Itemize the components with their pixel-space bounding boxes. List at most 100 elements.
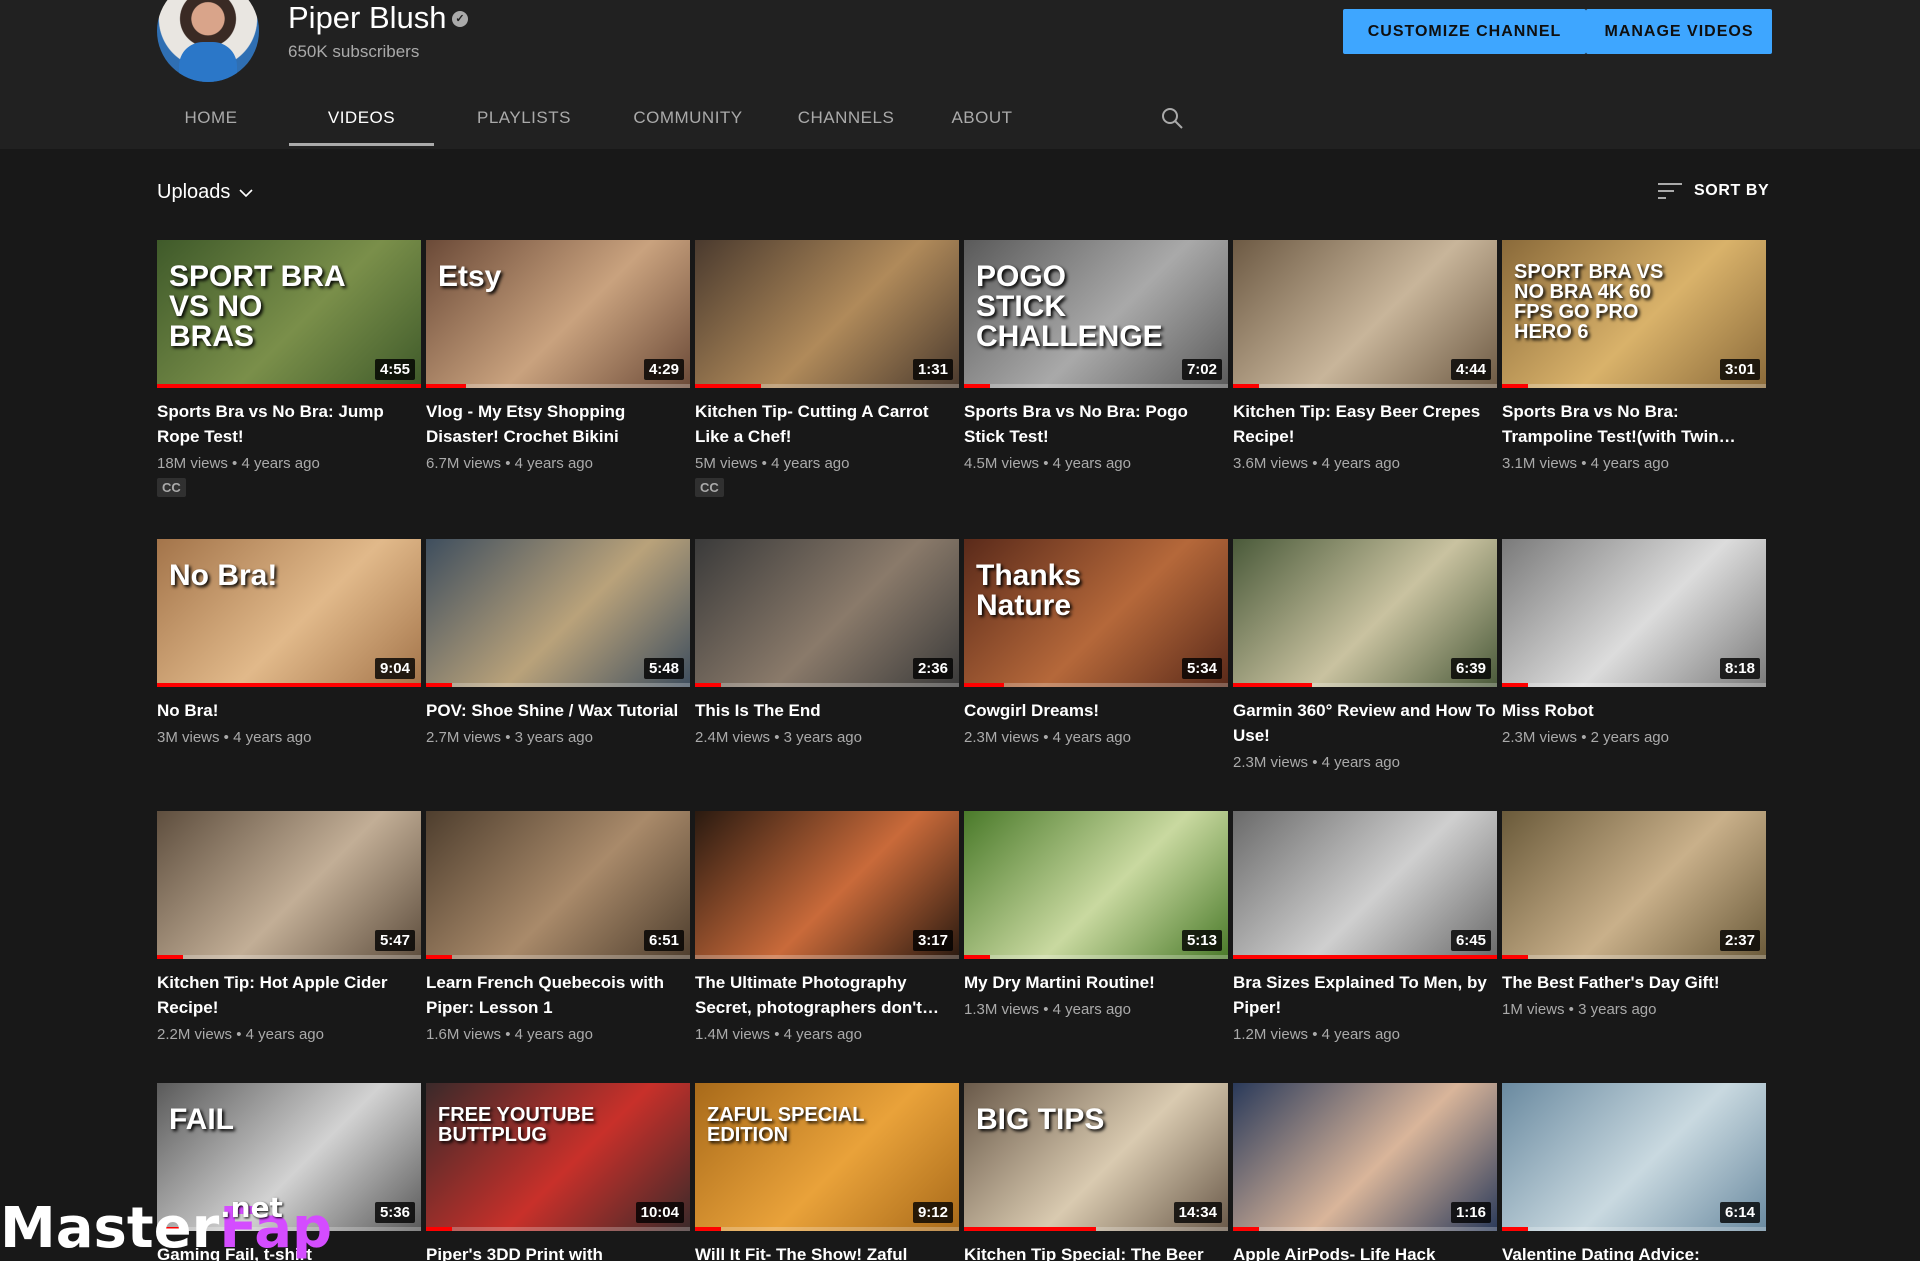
video-title[interactable]: The Ultimate Photography Secret, photogr… (695, 970, 959, 1020)
video-title[interactable]: Valentine Dating Advice: (1502, 1242, 1766, 1261)
watch-progress-fill (964, 955, 991, 959)
video-duration: 5:47 (374, 930, 415, 951)
tab-channels[interactable]: CHANNELS (780, 98, 912, 149)
video-card[interactable]: Etsy 4:29 Vlog - My Etsy Shopping Disaster… (426, 240, 690, 472)
video-thumbnail[interactable]: BIG TIPS 14:34 (964, 1083, 1228, 1231)
video-thumbnail[interactable]: 2:36 (695, 539, 959, 687)
video-title[interactable]: This Is The End (695, 698, 959, 723)
video-thumbnail[interactable]: 5:48 (426, 539, 690, 687)
video-card[interactable]: Thanks Nature 5:34 Cowgirl Dreams! 2.3M vie… (964, 539, 1228, 746)
video-title[interactable]: Piper's 3DD Print with (426, 1242, 690, 1261)
video-thumbnail[interactable]: 5:47 (157, 811, 421, 959)
video-thumbnail[interactable]: 6:39 (1233, 539, 1497, 687)
tab-home[interactable]: HOME (157, 98, 265, 149)
video-card[interactable]: 2:37 The Best Father's Day Gift! 1M views … (1502, 811, 1766, 1018)
video-thumbnail[interactable]: Thanks Nature 5:34 (964, 539, 1228, 687)
video-meta: 1.3M views • 4 years ago (964, 1001, 1131, 1018)
video-card[interactable]: SPORT BRA VS NO BRAS 4:55 Sports Bra vs No… (157, 240, 421, 497)
video-thumbnail[interactable]: POGO STICK CHALLENGE 7:02 (964, 240, 1228, 388)
video-title[interactable]: Kitchen Tip: Hot Apple Cider Recipe! (157, 970, 421, 1020)
video-thumbnail[interactable]: 5:13 (964, 811, 1228, 959)
video-card[interactable]: FREE YOUTUBE BUTTPLUG 10:04 Piper's 3DD Pr… (426, 1083, 690, 1261)
video-card[interactable]: 6:51 Learn French Quebecois with Piper: L… (426, 811, 690, 1043)
video-meta: 2.3M views • 2 years ago (1502, 729, 1669, 746)
video-thumbnail[interactable]: ZAFUL SPECIAL EDITION 9:12 (695, 1083, 959, 1231)
video-thumbnail[interactable]: 3:17 (695, 811, 959, 959)
video-title[interactable]: Learn French Quebecois with Piper: Lesso… (426, 970, 690, 1020)
watch-progress-bar (1233, 384, 1497, 388)
video-title[interactable]: Miss Robot (1502, 698, 1766, 723)
video-duration: 6:51 (643, 930, 684, 951)
customize-channel-button[interactable]: CUSTOMIZE CHANNEL (1343, 9, 1586, 54)
video-card[interactable]: 2:36 This Is The End 2.4M views • 3 years … (695, 539, 959, 746)
manage-videos-button[interactable]: MANAGE VIDEOS (1586, 9, 1772, 54)
video-title[interactable]: Vlog - My Etsy Shopping Disaster! Croche… (426, 399, 690, 449)
video-thumbnail[interactable]: No Bra! 9:04 (157, 539, 421, 687)
video-title[interactable]: No Bra! (157, 698, 421, 723)
video-card[interactable]: 6:45 Bra Sizes Explained To Men, by Piper… (1233, 811, 1497, 1043)
video-thumbnail[interactable]: 6:45 (1233, 811, 1497, 959)
video-thumbnail[interactable]: SPORT BRA VS NO BRAS 4:55 (157, 240, 421, 388)
video-title[interactable]: Kitchen Tip Special: The Beer (964, 1242, 1228, 1261)
video-card[interactable]: 5:47 Kitchen Tip: Hot Apple Cider Recipe!… (157, 811, 421, 1043)
video-title[interactable]: Apple AirPods- Life Hack (1233, 1242, 1497, 1261)
tab-about[interactable]: ABOUT (932, 98, 1032, 149)
video-card[interactable]: SPORT BRA VS NO BRA 4K 60 FPS GO PRO HER… (1502, 240, 1766, 472)
video-thumbnail[interactable]: FREE YOUTUBE BUTTPLUG 10:04 (426, 1083, 690, 1231)
video-thumbnail[interactable]: SPORT BRA VS NO BRA 4K 60 FPS GO PRO HER… (1502, 240, 1766, 388)
video-thumbnail[interactable]: 6:51 (426, 811, 690, 959)
video-title[interactable]: The Best Father's Day Gift! (1502, 970, 1766, 995)
watch-progress-fill (695, 384, 761, 388)
watch-progress-fill (1233, 384, 1260, 388)
watch-progress-fill (426, 1227, 453, 1231)
watch-progress-bar (1233, 1227, 1497, 1231)
video-card[interactable]: No Bra! 9:04 No Bra! 3M views • 4 years ago (157, 539, 421, 746)
video-card[interactable]: 5:48 POV: Shoe Shine / Wax Tutorial 2.7M v… (426, 539, 690, 746)
video-card[interactable]: 6:14 Valentine Dating Advice: (1502, 1083, 1766, 1261)
video-card[interactable]: 5:13 My Dry Martini Routine! 1.3M views • … (964, 811, 1228, 1018)
video-title[interactable]: Garmin 360° Review and How To Use! (1233, 698, 1497, 748)
sort-icon (1658, 183, 1682, 199)
video-title[interactable]: My Dry Martini Routine! (964, 970, 1228, 995)
tab-videos[interactable]: VIDEOS (289, 98, 434, 149)
video-card[interactable]: 1:31 Kitchen Tip- Cutting A Carrot Like a… (695, 240, 959, 497)
video-thumbnail[interactable]: 6:14 (1502, 1083, 1766, 1231)
watch-progress-bar (1502, 955, 1766, 959)
video-card[interactable]: 3:17 The Ultimate Photography Secret, pho… (695, 811, 959, 1043)
video-card[interactable]: 4:44 Kitchen Tip: Easy Beer Crepes Recipe… (1233, 240, 1497, 472)
sort-by-button[interactable]: SORT BY (1658, 181, 1769, 201)
video-card[interactable]: BIG TIPS 14:34 Kitchen Tip Special: The Be… (964, 1083, 1228, 1261)
video-card[interactable]: 1:16 Apple AirPods- Life Hack (1233, 1083, 1497, 1261)
watch-progress-bar (964, 1227, 1228, 1231)
video-thumbnail[interactable]: 2:37 (1502, 811, 1766, 959)
video-title[interactable]: Kitchen Tip- Cutting A Carrot Like a Che… (695, 399, 959, 449)
video-thumbnail[interactable]: Etsy 4:29 (426, 240, 690, 388)
video-title[interactable]: Cowgirl Dreams! (964, 698, 1228, 723)
channel-avatar[interactable] (157, 0, 259, 82)
video-card[interactable]: 8:18 Miss Robot 2.3M views • 2 years ago (1502, 539, 1766, 746)
video-duration: 6:45 (1450, 930, 1491, 951)
video-thumbnail[interactable]: 1:31 (695, 240, 959, 388)
video-title[interactable]: Kitchen Tip: Easy Beer Crepes Recipe! (1233, 399, 1497, 449)
video-thumbnail[interactable]: 4:44 (1233, 240, 1497, 388)
video-thumbnail[interactable]: 8:18 (1502, 539, 1766, 687)
video-meta: 3.1M views • 4 years ago (1502, 455, 1669, 472)
video-title[interactable]: Will It Fit- The Show! Zaful (695, 1242, 959, 1261)
video-title[interactable]: Sports Bra vs No Bra: Jump Rope Test! (157, 399, 421, 449)
uploads-dropdown[interactable]: Uploads (157, 181, 254, 204)
video-title[interactable]: Sports Bra vs No Bra: Pogo Stick Test! (964, 399, 1228, 449)
video-meta: 1M views • 3 years ago (1502, 1001, 1657, 1018)
tab-community[interactable]: COMMUNITY (616, 98, 760, 149)
watch-progress-bar (695, 384, 959, 388)
watch-progress-fill (1233, 955, 1497, 959)
video-title[interactable]: Sports Bra vs No Bra: Trampoline Test!(w… (1502, 399, 1766, 449)
video-card[interactable]: ZAFUL SPECIAL EDITION 9:12 Will It Fit- Th… (695, 1083, 959, 1261)
video-title[interactable]: Bra Sizes Explained To Men, by Piper! (1233, 970, 1497, 1020)
video-thumbnail[interactable]: 1:16 (1233, 1083, 1497, 1231)
video-card[interactable]: 6:39 Garmin 360° Review and How To Use! 2.… (1233, 539, 1497, 771)
video-card[interactable]: POGO STICK CHALLENGE 7:02 Sports Bra vs No… (964, 240, 1228, 472)
search-icon[interactable] (1160, 106, 1184, 130)
tab-playlists[interactable]: PLAYLISTS (454, 98, 594, 149)
video-title[interactable]: POV: Shoe Shine / Wax Tutorial (426, 698, 690, 723)
video-meta: 1.4M views • 4 years ago (695, 1026, 862, 1043)
